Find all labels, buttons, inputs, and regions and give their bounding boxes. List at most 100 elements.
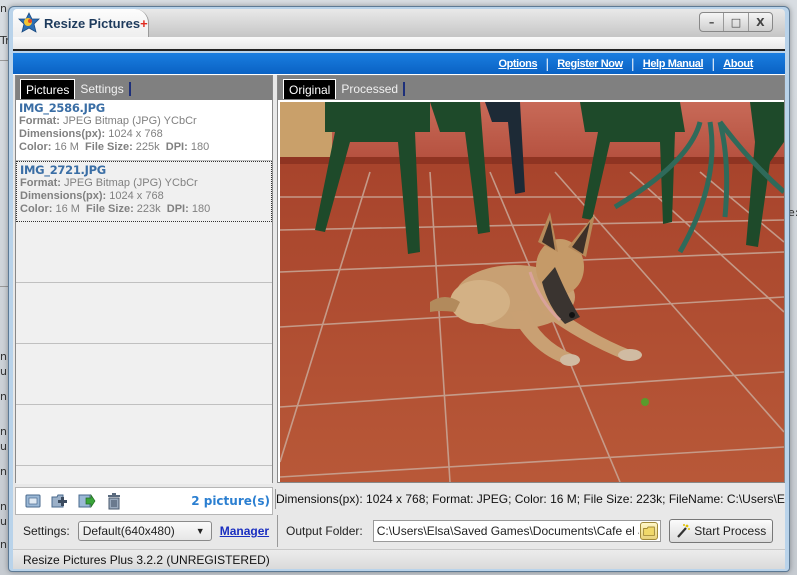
dropdown-arrow-icon: ▼: [195, 526, 205, 536]
image-info-line: Dimensions(px): 1024 x 768; Format: JPEG…: [275, 489, 785, 509]
picture-meta-row: Color: 16 M File Size: 225k DPI: 180: [19, 141, 269, 154]
register-now-link[interactable]: Register Now: [557, 58, 623, 70]
file-size-label: File Size:: [85, 141, 133, 153]
picture-toolbar: 2 picture(s): [15, 487, 273, 515]
add-folder-icon[interactable]: [51, 492, 69, 510]
settings-preset-value: Default(640x480): [82, 524, 175, 538]
manager-link[interactable]: Manager: [220, 524, 269, 538]
settings-preset-select[interactable]: Default(640x480) ▼: [77, 521, 212, 541]
start-process-label: Start Process: [694, 524, 767, 538]
output-folder-label: Output Folder:: [286, 524, 363, 538]
picture-format-row: Format: JPEG Bitmap (JPG) YCbCr: [19, 115, 269, 128]
right-tabstrip: Original Processed: [278, 76, 784, 100]
picture-filename: IMG_2721.JPG: [20, 163, 106, 177]
background-text: u: [0, 440, 7, 453]
link-bar: Options | Register Now | Help Manual | A…: [13, 53, 785, 75]
picture-filename: IMG_2586.JPG: [19, 101, 105, 115]
title-bar[interactable]: Resize Pictures+ – □ X: [13, 9, 785, 37]
tab-settings[interactable]: Settings: [75, 79, 128, 99]
close-button[interactable]: X: [749, 13, 772, 31]
help-manual-link[interactable]: Help Manual: [643, 58, 704, 70]
export-icon[interactable]: [78, 492, 96, 510]
tab-separator: [403, 82, 406, 96]
background-text: n: [0, 538, 7, 551]
picture-dimensions-row: Dimensions(px): 1024 x 768: [19, 128, 269, 141]
image-preview: [280, 102, 784, 482]
format-label: Format:: [20, 177, 61, 189]
picture-meta-row: Color: 16 M File Size: 223k DPI: 180: [20, 203, 268, 216]
title-plus-mark: +: [140, 16, 148, 31]
title-subbar: [13, 37, 785, 51]
output-folder-path: C:\Users\Elsa\Saved Games\Documents\Cafe…: [376, 524, 639, 538]
dpi-value: 180: [191, 203, 211, 215]
background-text: n: [0, 425, 7, 438]
picture-list-item-selected[interactable]: IMG_2721.JPG Format: JPEG Bitmap (JPG) Y…: [16, 161, 272, 222]
browse-folder-icon[interactable]: [639, 522, 658, 540]
dimensions-value: 1024 x 768: [108, 128, 163, 140]
dpi-label: DPI:: [165, 141, 188, 153]
picture-list-item[interactable]: IMG_2586.JPG Format: JPEG Bitmap (JPG) Y…: [16, 100, 272, 161]
empty-list-row: [16, 405, 272, 466]
format-value: JPEG Bitmap (JPG) YCbCr: [63, 115, 197, 127]
link-separator: |: [630, 56, 635, 71]
empty-list-row: [16, 344, 272, 405]
background-text: n: [0, 465, 7, 478]
window-controls: – □ X: [699, 12, 773, 32]
empty-list-row: [16, 222, 272, 283]
color-label: Color:: [20, 203, 53, 215]
picture-count: 2 picture(s): [191, 494, 270, 508]
empty-list-row: [16, 283, 272, 344]
title-tab: Resize Pictures+: [13, 9, 149, 37]
pictures-panel: Pictures Settings IMG_2586.JPG Format: J…: [15, 75, 273, 484]
status-bar: Resize Pictures Plus 3.2.2 (UNREGISTERED…: [13, 549, 785, 569]
background-text: n: [0, 350, 7, 363]
dimensions-value: 1024 x 768: [109, 190, 164, 202]
format-label: Format:: [19, 115, 60, 127]
background-text: u: [0, 515, 7, 528]
window-title: Resize Pictures+: [44, 16, 148, 31]
file-size-label: File Size:: [86, 203, 134, 215]
tab-original[interactable]: Original: [283, 79, 337, 99]
background-text: n: [0, 500, 7, 513]
delete-icon[interactable]: [105, 492, 123, 510]
output-folder-row: Output Folder: C:\Users\Elsa\Saved Games…: [277, 515, 785, 547]
link-separator: |: [545, 56, 550, 71]
window-title-text: Resize Pictures: [44, 16, 141, 31]
main-content: Pictures Settings IMG_2586.JPG Format: J…: [13, 75, 785, 549]
app-window: Resize Pictures+ – □ X Options | Registe…: [8, 6, 790, 572]
preview-panel: Original Processed: [277, 75, 785, 483]
settings-label: Settings:: [23, 524, 70, 538]
background-text: n: [0, 390, 7, 403]
magic-wand-icon: [677, 524, 691, 538]
left-tabstrip: Pictures Settings: [16, 76, 272, 100]
background-text: n: [0, 2, 7, 15]
tab-pictures[interactable]: Pictures: [20, 79, 76, 99]
link-separator: |: [711, 56, 716, 71]
format-value: JPEG Bitmap (JPG) YCbCr: [64, 177, 198, 189]
maximize-button[interactable]: □: [724, 13, 749, 31]
dimensions-label: Dimensions(px):: [20, 190, 107, 202]
settings-row: Settings: Default(640x480) ▼ Manager: [15, 515, 273, 547]
app-logo-icon: [18, 12, 40, 33]
file-size-value: 223k: [136, 203, 161, 215]
picture-dimensions-row: Dimensions(px): 1024 x 768: [20, 190, 268, 203]
background-text: u: [0, 365, 7, 378]
tab-separator: [128, 82, 131, 96]
color-value: 16 M: [54, 141, 79, 153]
picture-format-row: Format: JPEG Bitmap (JPG) YCbCr: [20, 177, 268, 190]
preview-photo: [280, 102, 784, 482]
color-label: Color:: [19, 141, 52, 153]
file-size-value: 225k: [135, 141, 160, 153]
output-folder-input[interactable]: C:\Users\Elsa\Saved Games\Documents\Cafe…: [372, 520, 661, 542]
dpi-label: DPI:: [166, 203, 189, 215]
dpi-value: 180: [190, 141, 210, 153]
color-value: 16 M: [55, 203, 80, 215]
dimensions-label: Dimensions(px):: [19, 128, 106, 140]
minimize-button[interactable]: –: [700, 13, 725, 31]
add-images-icon[interactable]: [24, 492, 42, 510]
start-process-button[interactable]: Start Process: [668, 519, 773, 543]
tab-processed[interactable]: Processed: [336, 79, 403, 99]
picture-list[interactable]: IMG_2586.JPG Format: JPEG Bitmap (JPG) Y…: [16, 100, 272, 484]
options-link[interactable]: Options: [498, 58, 537, 70]
about-link[interactable]: About: [723, 58, 753, 70]
